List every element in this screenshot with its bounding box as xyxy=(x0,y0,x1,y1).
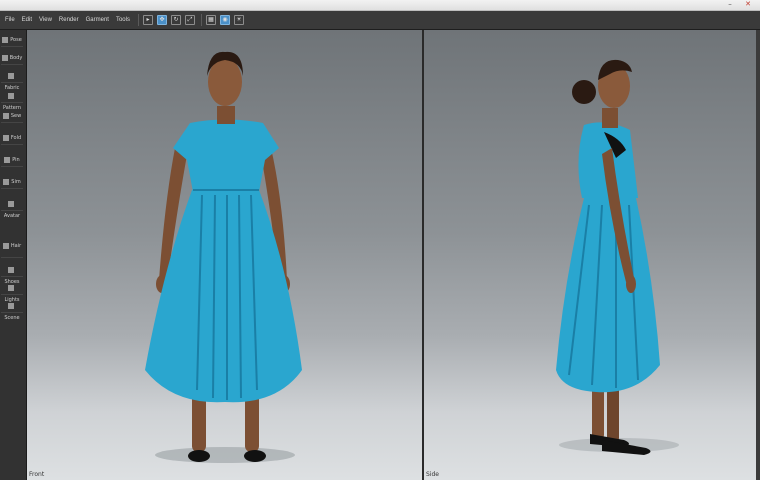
hair-bun xyxy=(572,80,596,104)
front-viewport[interactable]: Front xyxy=(27,30,424,480)
menu-view[interactable]: View xyxy=(37,14,54,26)
tool-pattern[interactable]: Pattern xyxy=(1,90,23,111)
tool-pin[interactable]: Pin xyxy=(1,154,23,167)
scene-icon xyxy=(8,302,14,309)
tool-fold[interactable]: Fold xyxy=(1,132,23,145)
light-bulb-icon xyxy=(8,284,14,291)
tool-body[interactable]: Body xyxy=(1,52,23,65)
tool-label: Sim xyxy=(11,179,21,185)
sew-icon xyxy=(2,112,9,119)
pin-icon xyxy=(4,156,11,163)
front-viewport-label: Front xyxy=(29,471,45,478)
scale-icon[interactable]: ⤢ xyxy=(184,15,195,25)
menu-tools[interactable]: Tools xyxy=(114,14,132,26)
neck xyxy=(602,108,618,128)
tool-shoes[interactable]: Shoes xyxy=(1,264,23,285)
toolbar-separator xyxy=(137,14,139,26)
simulate-icon xyxy=(3,178,10,185)
move-icon[interactable]: ✥ xyxy=(156,15,167,25)
tool-label: Avatar xyxy=(3,213,21,219)
side-viewport-label: Side xyxy=(426,471,439,478)
right-shoe xyxy=(244,450,266,462)
avatar-icon xyxy=(8,200,14,207)
side-hand xyxy=(626,275,636,293)
tool-label: Pin xyxy=(12,157,20,163)
shoes-icon xyxy=(8,266,14,273)
minimize-button[interactable]: – xyxy=(724,0,736,9)
fabric-icon xyxy=(8,72,14,79)
tool-sew[interactable]: Sew xyxy=(1,110,23,123)
tool-lights[interactable]: Lights xyxy=(1,282,23,303)
floor-shadow xyxy=(155,447,295,463)
tool-label: Pose xyxy=(10,37,22,43)
viewport-scrollbar[interactable] xyxy=(756,30,760,480)
title-bar: – ✕ xyxy=(0,0,760,11)
front-leg xyxy=(607,385,619,443)
rotate-icon[interactable]: ↻ xyxy=(170,15,181,25)
hair-icon xyxy=(2,242,9,249)
tool-scene[interactable]: Scene xyxy=(1,300,23,321)
tool-hair[interactable]: Hair xyxy=(1,235,23,258)
neck xyxy=(217,106,235,124)
menu-garment[interactable]: Garment xyxy=(84,14,111,26)
side-model-render xyxy=(556,59,679,455)
tool-sim[interactable]: Sim xyxy=(1,176,23,189)
close-button[interactable]: ✕ xyxy=(742,0,754,9)
pose-icon xyxy=(2,36,9,43)
tool-label: Sew xyxy=(10,113,22,119)
tool-label: Body xyxy=(9,55,23,61)
pattern-icon xyxy=(8,92,14,99)
toolbar-separator xyxy=(200,14,202,26)
select-icon[interactable]: ▸ xyxy=(142,15,153,25)
main-toolbar: File Edit View Render Garment Tools ▸ ✥ … xyxy=(0,11,760,30)
menu-edit[interactable]: Edit xyxy=(20,14,34,26)
menu-file[interactable]: File xyxy=(3,14,17,26)
tool-avatar[interactable]: Avatar xyxy=(1,198,23,219)
side-viewport[interactable]: Side xyxy=(424,30,760,480)
tool-label: Hair xyxy=(10,243,22,249)
tool-label: Fold xyxy=(10,135,22,141)
back-leg xyxy=(592,385,604,440)
camera-icon[interactable]: ◉ xyxy=(219,15,230,25)
front-model-render xyxy=(145,51,302,463)
dress-bodice xyxy=(173,119,279,192)
light-icon[interactable]: ☀ xyxy=(233,15,244,25)
tool-panel: Pose Body Fabric Pattern Sew Fold Pin Si… xyxy=(0,30,27,480)
cloth-icon[interactable]: ▦ xyxy=(205,15,216,25)
tool-fabric[interactable]: Fabric xyxy=(1,70,23,91)
tool-label: Scene xyxy=(4,315,20,321)
left-shoe xyxy=(188,450,210,462)
dress-skirt xyxy=(556,198,660,393)
body-icon xyxy=(1,54,8,61)
tool-pose[interactable]: Pose xyxy=(1,34,23,47)
fold-icon xyxy=(2,134,9,141)
menu-render[interactable]: Render xyxy=(57,14,81,26)
